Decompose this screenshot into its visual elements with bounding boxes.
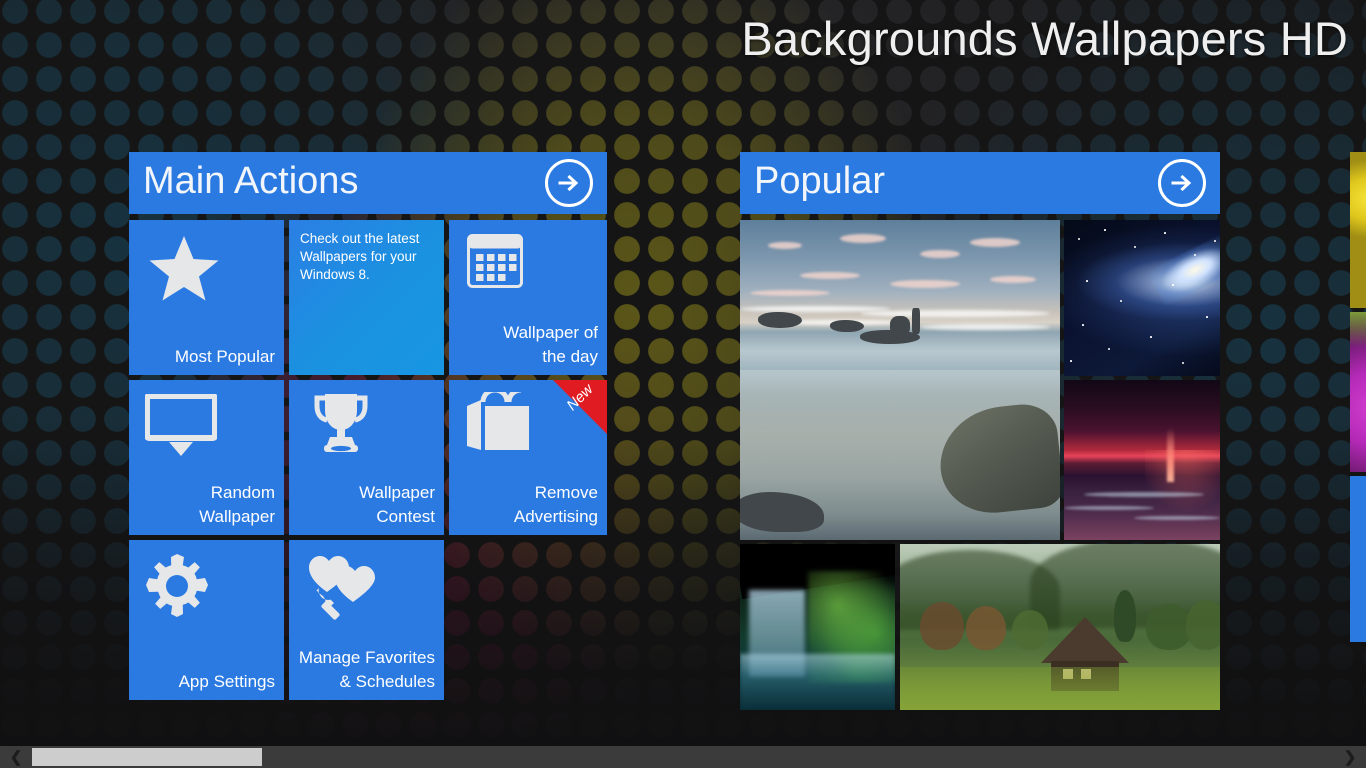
thumbnail-red-sunset-ocean[interactable] bbox=[1064, 380, 1220, 540]
tile-body-latest-wallpapers-promo: Check out the latest Wallpapers for your… bbox=[300, 231, 420, 282]
shopping-bag-icon bbox=[465, 392, 535, 454]
thumbnail-image bbox=[740, 544, 895, 710]
thumbnail-purple-flower[interactable] bbox=[1350, 312, 1366, 472]
thumbnail-image bbox=[900, 544, 1220, 710]
thumbnail-image bbox=[1350, 152, 1366, 308]
app-title: Backgrounds Wallpapers HD bbox=[741, 12, 1348, 65]
thumbnail-beach-sunset-rocks[interactable] bbox=[740, 220, 1060, 540]
thumbnail-japanese-village[interactable] bbox=[900, 544, 1220, 710]
tile-label-most-popular: Most Popular bbox=[174, 347, 275, 367]
tile-manage-favorites[interactable]: Manage Favorites & Schedules bbox=[289, 540, 444, 700]
group-header-popular[interactable]: Popular bbox=[740, 152, 1220, 214]
scrollbar-track[interactable] bbox=[32, 746, 1334, 768]
tile-wallpaper-contest[interactable]: Wallpaper Contest bbox=[289, 380, 444, 535]
group-header-main-actions[interactable]: Main Actions bbox=[129, 152, 607, 214]
tile-label-wallpaper-of-the-day: Wallpaper of the day bbox=[503, 322, 598, 367]
tile-label-app-settings: App Settings bbox=[178, 672, 275, 692]
thumbnail-image bbox=[1064, 220, 1220, 376]
tile-latest-wallpapers-promo[interactable]: Check out the latest Wallpapers for your… bbox=[289, 220, 444, 375]
thumbnail-image bbox=[1064, 380, 1220, 540]
tile-label-wallpaper-contest: Wallpaper Contest bbox=[359, 482, 435, 527]
star-icon bbox=[149, 236, 219, 302]
thumb-grid-popular bbox=[740, 220, 1220, 710]
thumbnail-galaxy-stars[interactable] bbox=[1064, 220, 1220, 376]
scrollbar-thumb[interactable] bbox=[32, 748, 262, 766]
tile-app-settings[interactable]: App Settings bbox=[129, 540, 284, 700]
thumbnail-image bbox=[1350, 312, 1366, 472]
hearts-wrench-icon bbox=[305, 554, 377, 620]
tile-label-remove-advertising: Remove Advertising bbox=[513, 482, 598, 527]
horizontal-scrollbar[interactable]: ❮ ❯ bbox=[0, 746, 1366, 768]
tile-remove-advertising[interactable]: New Remove Advertising bbox=[449, 380, 607, 535]
tile-label-manage-favorites: Manage Favorites & Schedules bbox=[298, 647, 435, 692]
group-popular: Popular bbox=[740, 152, 1220, 710]
tile-grid-main-actions: Most Popular Check out the latest Wallpa… bbox=[129, 220, 607, 700]
trophy-icon bbox=[311, 392, 371, 454]
group-main-actions: Main Actions Most Popular Check out the bbox=[129, 152, 607, 700]
thumbnail-cave-waterfall[interactable] bbox=[740, 544, 895, 710]
tile-wallpaper-of-the-day[interactable]: Wallpaper of the day bbox=[449, 220, 607, 375]
thumbnail-image bbox=[740, 220, 1060, 540]
monitor-shuffle-icon bbox=[145, 394, 217, 456]
scroll-right-arrow-icon[interactable]: ❯ bbox=[1334, 746, 1366, 768]
calendar-icon bbox=[467, 234, 523, 288]
scroll-left-arrow-icon[interactable]: ❮ bbox=[0, 746, 32, 768]
group-title-popular: Popular bbox=[754, 159, 885, 202]
tile-most-popular[interactable]: Most Popular bbox=[129, 220, 284, 375]
tile-label-random-wallpaper: Random Wallpaper bbox=[199, 482, 275, 527]
arrow-right-circle-icon[interactable] bbox=[1158, 159, 1206, 207]
status-badge-new: New bbox=[553, 380, 607, 434]
arrow-right-circle-icon[interactable] bbox=[545, 159, 593, 207]
group-next-accent-strip bbox=[1350, 476, 1366, 642]
tile-random-wallpaper[interactable]: Random Wallpaper bbox=[129, 380, 284, 535]
group-title-main-actions: Main Actions bbox=[143, 159, 359, 202]
thumbnail-yellow-flower[interactable] bbox=[1350, 152, 1366, 308]
app-root: Backgrounds Wallpapers HD Main Actions M… bbox=[0, 0, 1366, 768]
gear-icon bbox=[145, 554, 209, 618]
